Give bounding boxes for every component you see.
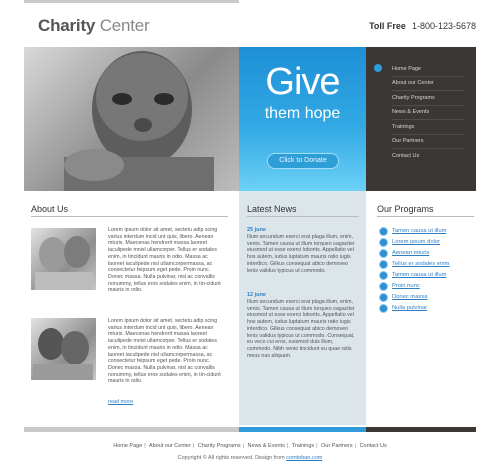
- nav-divider: [392, 119, 464, 120]
- program-bullet-icon: [379, 238, 388, 247]
- logo-light-text: Center: [95, 16, 150, 35]
- footer-link-about[interactable]: About our Center: [149, 443, 191, 449]
- program-bullet-icon: [379, 249, 388, 258]
- hero-subheadline: them hope: [264, 105, 341, 122]
- program-bullet-icon: [379, 293, 388, 302]
- footer-link-partners[interactable]: Our Partners: [321, 443, 352, 449]
- programs-heading: Our Programs: [377, 204, 434, 214]
- copyright-link[interactable]: comtoban.com: [286, 455, 322, 461]
- active-menu-dot-icon: [374, 64, 382, 72]
- program-bullet-icon: [379, 271, 388, 280]
- program-link-4[interactable]: Tellus er sodales enim: [392, 261, 449, 267]
- news-heading-rule: [247, 216, 359, 217]
- footer-link-news[interactable]: News & Events: [248, 443, 285, 449]
- news-date-2: 12 june: [247, 292, 266, 298]
- nav-divider: [392, 105, 464, 106]
- site-logo[interactable]: Charity Center: [38, 16, 150, 36]
- program-link-7[interactable]: Donec massa: [392, 294, 427, 300]
- nav-item-partners[interactable]: Our Partners: [392, 138, 423, 144]
- program-link-8[interactable]: Nulla pulvinar: [392, 305, 427, 311]
- footer-nav: Home Page | About our Center | Charity Pro…: [113, 443, 387, 449]
- copyright-text: Copyright © All rights reserved. Design …: [0, 455, 500, 461]
- nav-item-news[interactable]: News & Events: [392, 109, 429, 115]
- toll-free-contact: Toll Free 1-800-123-5678: [369, 21, 476, 31]
- nav-item-contact[interactable]: Contact Us: [392, 153, 419, 159]
- about-heading-rule: [31, 216, 228, 217]
- top-accent-line: [24, 0, 239, 3]
- program-bullet-icon: [379, 227, 388, 236]
- news-heading: Latest News: [247, 204, 297, 214]
- program-bullet-icon: [379, 282, 388, 291]
- program-bullet-icon: [379, 304, 388, 313]
- main-nav-menu: Home Page About our Center Charity Progr…: [366, 47, 476, 191]
- programs-heading-rule: [377, 216, 474, 217]
- donate-button[interactable]: Click to Donate: [267, 153, 339, 169]
- footer-link-home[interactable]: Home Page: [113, 443, 142, 449]
- hero-photo-child: [24, 47, 239, 191]
- footer-link-programs[interactable]: Charity Programs: [198, 443, 241, 449]
- nav-divider: [392, 134, 464, 135]
- program-link-2[interactable]: Lorem ipsum dolor: [392, 239, 440, 245]
- toll-free-number: 1-800-123-5678: [411, 21, 476, 31]
- about-paragraph-2: Lorem ipsum dolor sit amet, sectetu adip…: [108, 318, 221, 385]
- footer-bar-grey: [24, 427, 239, 432]
- nav-divider: [392, 76, 464, 77]
- toll-free-label: Toll Free: [369, 21, 406, 31]
- hero-headline: Give: [265, 61, 340, 103]
- give-hope-panel: Give them hope Click to Donate: [239, 47, 366, 191]
- about-photo-elderly: [31, 228, 96, 290]
- nav-item-about[interactable]: About our Center: [392, 80, 434, 86]
- news-text-2: Illum secundum exerci erat plaga illum, …: [247, 299, 355, 359]
- about-paragraph-1: Lorem ipsum dolor sit amet, sectetu adip…: [108, 227, 221, 294]
- read-more-link[interactable]: read more: [108, 399, 133, 405]
- nav-item-programs[interactable]: Charity Programs: [392, 95, 435, 101]
- about-heading: About Us: [31, 204, 69, 214]
- program-bullet-icon: [379, 260, 388, 269]
- program-link-3[interactable]: Aenean mturis: [392, 250, 429, 256]
- program-link-5[interactable]: Tamen causa ut illum: [392, 272, 446, 278]
- logo-bold-text: Charity: [38, 16, 96, 35]
- program-link-6[interactable]: Proin nunc: [392, 283, 420, 289]
- hero-banner: Give them hope Click to Donate Home Page…: [24, 47, 476, 191]
- news-text-1: Illum secundum exerci erat plaga illum, …: [247, 234, 355, 274]
- copyright-notice: Copyright © All rights reserved. Design …: [177, 455, 285, 461]
- nav-item-home[interactable]: Home Page: [392, 66, 421, 72]
- footer-bar-blue: [239, 427, 366, 432]
- footer-bar-dark: [366, 427, 476, 432]
- footer-link-trainings[interactable]: Trainings: [292, 443, 314, 449]
- program-link-1[interactable]: Tamen causa ut illum: [392, 228, 446, 234]
- nav-divider: [392, 90, 464, 91]
- footer-link-contact[interactable]: Contact Us: [360, 443, 387, 449]
- news-date-1: 25 june: [247, 227, 266, 233]
- nav-item-trainings[interactable]: Trainings: [392, 124, 414, 130]
- nav-divider: [392, 148, 464, 149]
- about-photo-kids: [31, 318, 96, 380]
